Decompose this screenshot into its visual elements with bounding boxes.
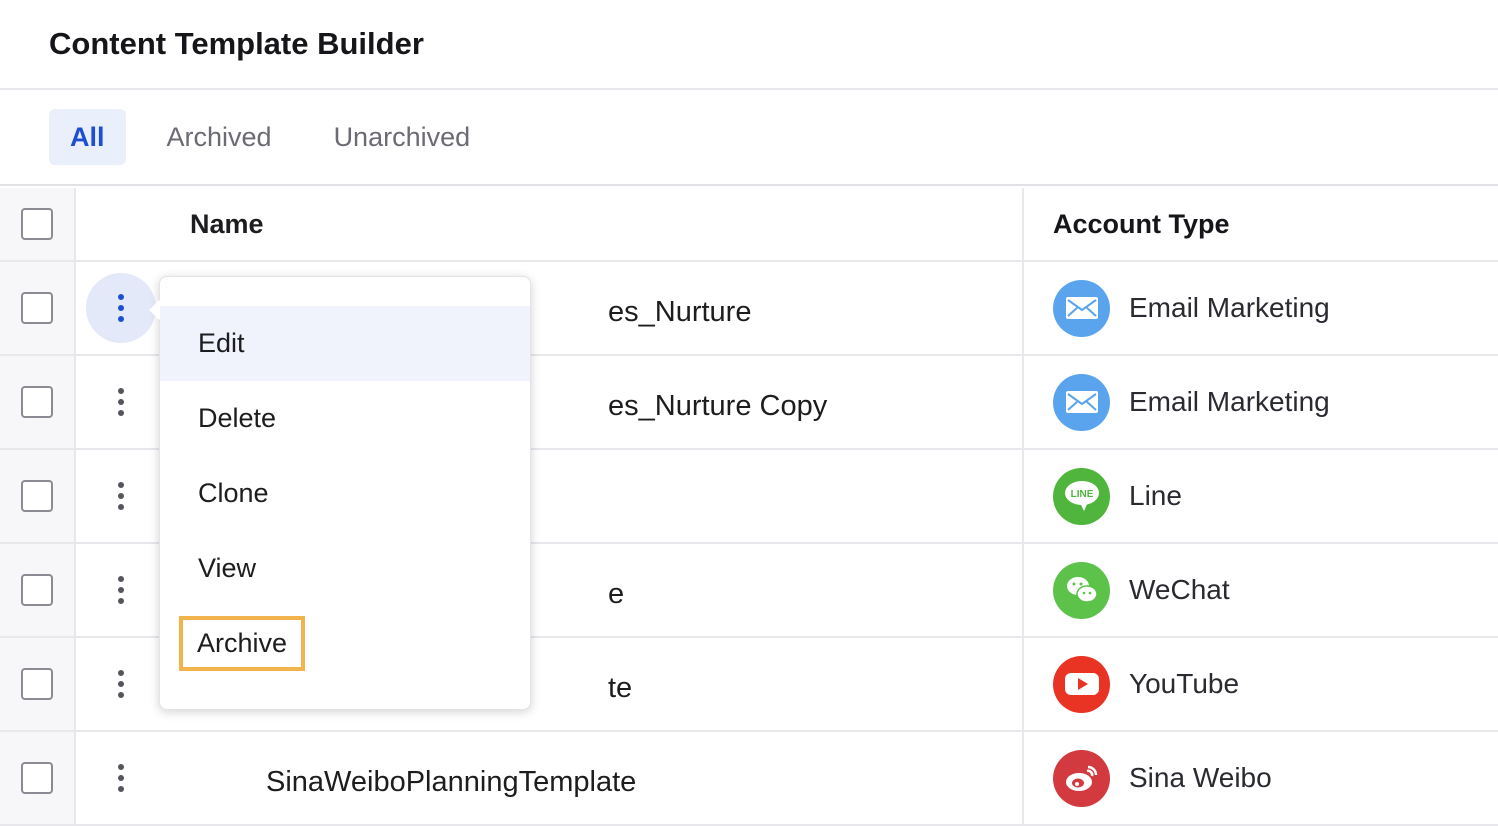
row-actions-button[interactable]: [86, 649, 156, 719]
account-type-label: Line: [1129, 480, 1182, 511]
row-checkbox[interactable]: [21, 762, 53, 794]
more-vertical-icon: [118, 482, 124, 510]
account-type-label: YouTube: [1129, 668, 1240, 699]
more-vertical-icon: [118, 764, 124, 792]
row-checkbox[interactable]: [21, 480, 53, 512]
menu-item-archive[interactable]: Archive: [160, 606, 530, 681]
table-header-row: Name Account Type: [0, 188, 1498, 262]
menu-item-delete[interactable]: Delete: [160, 381, 530, 456]
column-header-name[interactable]: Name: [190, 209, 264, 240]
row-actions-button[interactable]: [86, 743, 156, 813]
filter-tabs: All Archived Unarchived: [0, 90, 1498, 186]
select-all-checkbox[interactable]: [21, 208, 53, 240]
template-name[interactable]: SinaWeiboPlanningTemplate: [266, 766, 636, 799]
menu-item-view[interactable]: View: [160, 531, 530, 606]
column-header-account-type[interactable]: Account Type: [1053, 209, 1230, 240]
more-vertical-icon: [118, 670, 124, 698]
row-checkbox[interactable]: [21, 292, 53, 324]
menu-item-clone[interactable]: Clone: [160, 456, 530, 531]
row-actions-button[interactable]: [86, 555, 156, 625]
tab-archived[interactable]: Archived: [146, 109, 293, 165]
email-icon: [1053, 373, 1110, 431]
account-type-label: Email Marketing: [1129, 292, 1330, 323]
table-row[interactable]: SinaWeiboPlanningTemplate Sina Weibo: [0, 732, 1498, 826]
row-actions-button[interactable]: [86, 367, 156, 437]
template-name[interactable]: es_Nurture Copy: [608, 390, 827, 423]
row-checkbox[interactable]: [21, 574, 53, 606]
line-icon: LINE: [1053, 467, 1110, 525]
more-vertical-icon: [118, 388, 124, 416]
template-name[interactable]: te: [608, 672, 632, 705]
account-type-label: Sina Weibo: [1129, 762, 1272, 793]
template-name[interactable]: e: [608, 578, 624, 611]
email-icon: [1053, 279, 1110, 337]
row-actions-menu: Edit Delete Clone View Archive: [159, 276, 531, 710]
page-title: Content Template Builder: [49, 26, 424, 61]
account-type-label: WeChat: [1129, 574, 1230, 605]
tab-all[interactable]: All: [49, 109, 126, 165]
row-checkbox[interactable]: [21, 668, 53, 700]
more-vertical-icon: [118, 576, 124, 604]
sina-weibo-icon: [1053, 749, 1110, 807]
row-actions-button[interactable]: [86, 461, 156, 531]
row-checkbox[interactable]: [21, 386, 53, 418]
menu-item-edit[interactable]: Edit: [160, 306, 530, 381]
more-vertical-icon: [118, 294, 124, 322]
page-header: Content Template Builder: [0, 0, 1498, 90]
row-actions-button[interactable]: [86, 273, 156, 343]
account-type-label: Email Marketing: [1129, 386, 1330, 417]
youtube-icon: [1053, 655, 1110, 713]
wechat-icon: [1053, 561, 1110, 619]
svg-text:LINE: LINE: [1070, 489, 1093, 500]
tab-unarchived[interactable]: Unarchived: [313, 109, 492, 165]
template-name[interactable]: es_Nurture: [608, 296, 751, 329]
